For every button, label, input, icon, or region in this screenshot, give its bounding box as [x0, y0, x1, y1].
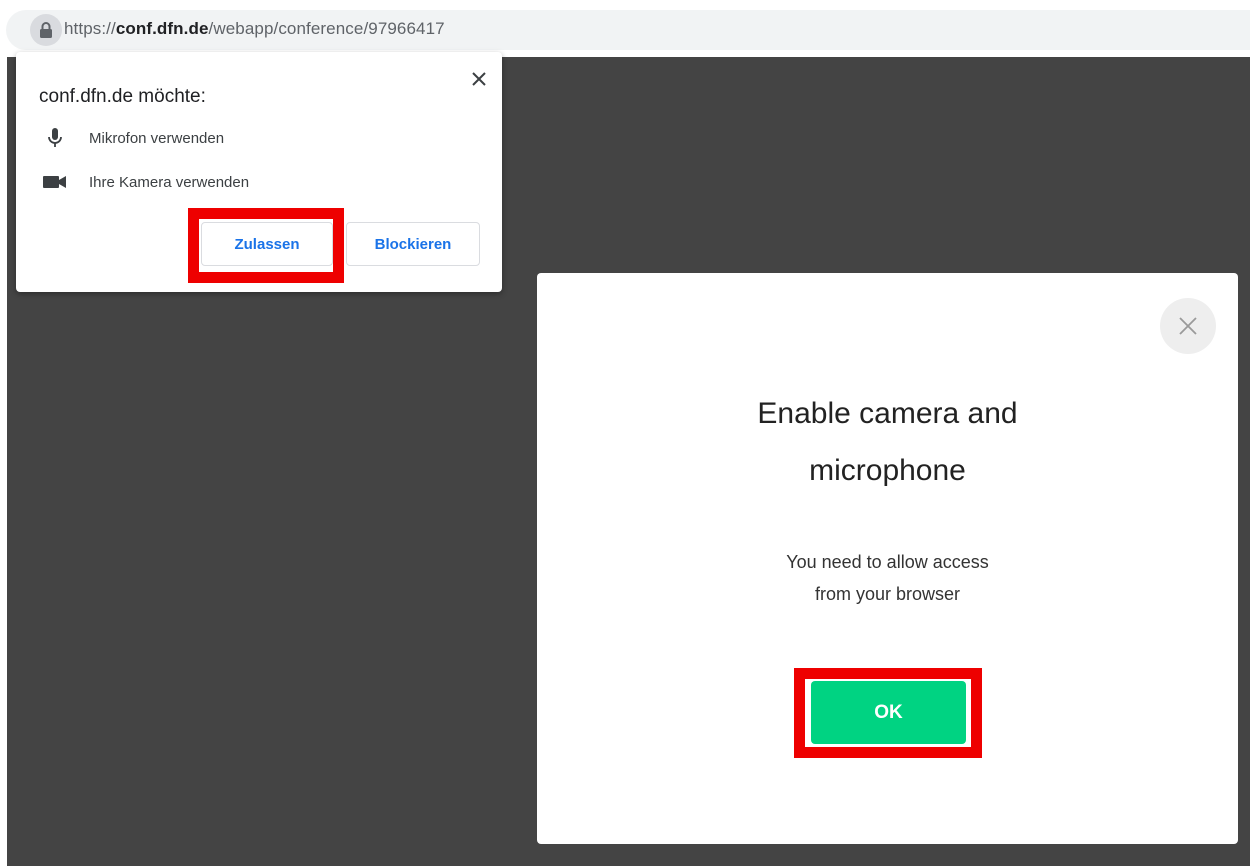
lock-icon [40, 22, 52, 38]
permission-item-camera: Ihre Kamera verwenden [40, 170, 249, 194]
permission-item-label: Ihre Kamera verwenden [89, 173, 250, 191]
url-path: /webapp/conference/97966417 [208, 19, 445, 38]
modal-description-line: You need to allow access [786, 552, 989, 572]
url-text[interactable]: https://conf.dfn.de/webapp/conference/97… [64, 19, 445, 39]
permission-close-button[interactable] [467, 67, 491, 91]
modal-title-line: Enable camera and [757, 397, 1018, 430]
modal-description-line: from your browser [814, 584, 961, 604]
permission-item-label: Mikrofon verwenden [89, 129, 225, 147]
page-edge [0, 57, 7, 866]
url-host: conf.dfn.de [115, 19, 209, 38]
ok-button[interactable]: OK [811, 681, 966, 744]
camera-icon [40, 175, 70, 189]
allow-button[interactable]: Zulassen [201, 222, 333, 266]
block-button[interactable]: Blockieren [346, 222, 480, 266]
modal-title: Enable camera and microphone [537, 385, 1238, 499]
modal-description: You need to allow access from your brows… [537, 546, 1238, 610]
url-protocol: https:// [64, 19, 116, 38]
permission-item-microphone: Mikrofon verwenden [40, 126, 224, 150]
modal-title-line: microphone [809, 454, 966, 487]
microphone-icon [40, 128, 70, 148]
close-icon [1179, 317, 1197, 335]
site-info-button[interactable] [30, 14, 62, 46]
permission-title: conf.dfn.de möchte: [39, 86, 206, 107]
modal-close-button[interactable] [1160, 298, 1216, 354]
close-icon [472, 72, 486, 86]
address-bar: https://conf.dfn.de/webapp/conference/97… [0, 0, 1250, 57]
